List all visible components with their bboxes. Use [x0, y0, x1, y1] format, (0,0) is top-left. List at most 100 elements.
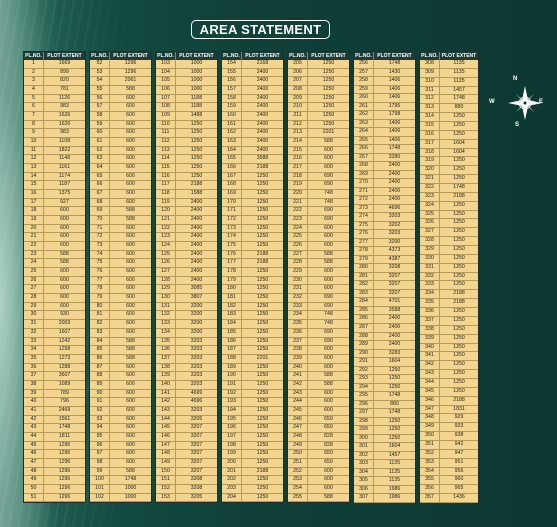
table-row: 174 1250: [222, 233, 283, 243]
plot-extent: 4699: [190, 389, 203, 396]
plot-number: 64: [90, 164, 110, 172]
table-row: 89 600: [90, 380, 151, 390]
plot-extent: 938: [454, 432, 464, 439]
plot-number: 180: [222, 285, 242, 294]
plot-number: 37: [24, 372, 44, 380]
header-plot-no: PL.NO.: [156, 52, 176, 60]
table-row: 32 1607: [24, 328, 85, 338]
table-row: 158 2400: [222, 94, 283, 104]
plot-extent: 1250: [453, 210, 465, 217]
table-row: 21 600: [24, 233, 85, 243]
plot-number: 46: [24, 450, 44, 458]
table-row: 321 1250: [420, 175, 478, 185]
plot-extent: 3207: [190, 424, 203, 431]
plot-extent: 2188: [256, 250, 269, 257]
table-row: 83 600: [90, 328, 151, 338]
plot-number: 241: [288, 372, 308, 380]
table-row: 301 1604: [354, 443, 415, 452]
plot-extent: 2400: [388, 315, 401, 322]
plot-number: 33: [24, 337, 44, 346]
plot-number: 48: [24, 467, 44, 476]
plot-extent: 600: [324, 233, 333, 240]
table-row: 332 1250: [420, 272, 478, 282]
plot-extent: 2400: [190, 259, 203, 266]
table-row: 303 1135: [354, 460, 415, 469]
plot-number: 260: [354, 94, 374, 102]
plot-number: 232: [288, 294, 308, 302]
plot-number: 57: [90, 103, 110, 112]
plot-extent: 2400: [190, 233, 203, 240]
table-row: 131 3200: [156, 302, 217, 312]
plot-extent: 600: [126, 320, 135, 327]
plot-extent: 2400: [256, 138, 269, 145]
plot-number: 343: [420, 370, 440, 378]
plot-extent: 1250: [453, 122, 465, 129]
table-row: 24 588: [24, 259, 85, 269]
table-row: 267 3280: [354, 153, 415, 163]
plot-number: 172: [222, 216, 242, 224]
plot-extent: 1250: [256, 363, 269, 370]
table-row: 274 3203: [354, 213, 415, 222]
plot-extent: 3207: [388, 272, 401, 279]
table-row: 20 600: [24, 224, 85, 234]
plot-number: 211: [288, 112, 308, 120]
plot-extent: 600: [126, 112, 135, 119]
table-row: 14 1174: [24, 172, 85, 182]
table-row: 130 3807: [156, 294, 217, 303]
table-row: 189 1250: [222, 363, 283, 373]
plot-extent: 588: [324, 138, 333, 145]
table-row: 200 1250: [222, 458, 283, 468]
plot-extent: 600: [126, 363, 135, 370]
plot-extent: 2400: [388, 170, 401, 177]
plot-number: 47: [24, 458, 44, 467]
plot-extent: 1250: [190, 129, 203, 136]
plot-extent: 3207: [190, 458, 203, 465]
table-row: 56 600: [90, 94, 151, 104]
plot-number: 313: [420, 104, 440, 113]
plot-extent: 600: [60, 285, 69, 292]
plot-number: 36: [24, 363, 44, 372]
plot-number: 23: [24, 250, 44, 259]
plot-number: 182: [222, 302, 242, 311]
plot-extent: 1250: [453, 228, 465, 235]
plot-extent: 2400: [388, 196, 401, 203]
plot-number: 79: [90, 294, 110, 302]
plot-number: 123: [156, 233, 176, 242]
plot-extent: 2400: [190, 268, 203, 275]
plot-number: 1: [24, 60, 44, 68]
table-row: 308 1135: [420, 60, 478, 69]
plot-extent: 1188: [190, 94, 203, 101]
plot-extent: 1250: [256, 233, 269, 240]
table-row: 133 3200: [156, 320, 217, 329]
plot-number: 25: [24, 268, 44, 276]
plot-extent: 1250: [322, 68, 335, 75]
plot-extent: 600: [126, 311, 135, 318]
plot-number: 279: [354, 255, 374, 264]
plot-extent: 933: [454, 423, 464, 430]
plot-extent: 600: [324, 346, 333, 353]
plot-number: 116: [156, 172, 176, 181]
plot-extent: 1000: [190, 68, 203, 75]
plot-number: 105: [156, 77, 176, 86]
plot-extent: 600: [324, 389, 333, 396]
plot-extent: 600: [324, 398, 333, 405]
plot-extent: 1250: [256, 198, 269, 205]
table-row: 120 2400: [156, 207, 217, 217]
plot-extent: 1273: [58, 354, 71, 361]
table-row: 319 1250: [420, 157, 478, 167]
plot-extent: 2400: [388, 179, 401, 186]
plot-extent: 1135: [388, 468, 401, 475]
plot-number: 173: [222, 224, 242, 233]
plot-extent: 3207: [190, 432, 203, 439]
plot-number: 147: [156, 441, 176, 450]
plot-number: 17: [24, 198, 44, 207]
table-row: 42 1561: [24, 415, 85, 425]
plot-number: 282: [354, 281, 374, 289]
plot-extent: 1250: [453, 387, 465, 394]
plot-number: 240: [288, 363, 308, 372]
table-row: 51 1296: [24, 493, 85, 503]
plot-extent: 1250: [388, 434, 401, 441]
plot-number: 317: [420, 139, 440, 148]
table-row: 161 2400: [222, 120, 283, 130]
plot-number: 290: [354, 349, 374, 358]
